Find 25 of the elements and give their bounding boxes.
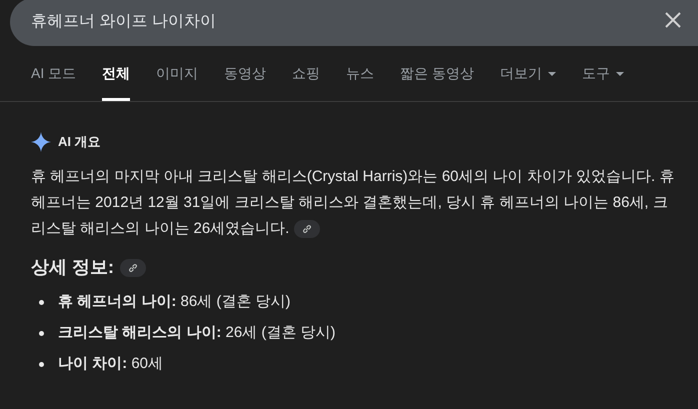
sparkle-icon bbox=[31, 132, 51, 152]
tab[interactable]: 전체 bbox=[102, 46, 130, 101]
link-icon bbox=[302, 224, 312, 234]
link-button[interactable] bbox=[294, 220, 320, 238]
bullet-icon bbox=[39, 331, 44, 336]
detail-item: 휴 헤프너의 나이: 86세 (결혼 당시) bbox=[58, 292, 291, 312]
tab[interactable]: 동영상 bbox=[224, 46, 266, 101]
tab[interactable]: 이미지 bbox=[156, 46, 198, 101]
tab[interactable]: 쇼핑 bbox=[292, 46, 320, 101]
tab[interactable]: 짧은 동영상 bbox=[400, 46, 474, 101]
summary-text: 휴 헤프너의 마지막 아내 크리스탈 해리스(Crystal Harris)와는 60세의 나이 차이가 있었습니다. 휴 헤프너는 2012년 12월 31일에 크리스탈 해리스와 결혼했는데, 당시 휴 헤프너의 나이는 86세, 크리스탈 해리스의 나이는 26세였습니다. bbox=[31, 167, 676, 240]
search-query: 휴헤프너 와이프 나이차이 bbox=[31, 12, 216, 32]
tab[interactable]: AI 모드 bbox=[31, 46, 76, 101]
tab[interactable]: 뉴스 bbox=[346, 46, 374, 101]
ai-overview-title: AI 개요 bbox=[58, 133, 101, 152]
close-icon[interactable] bbox=[665, 12, 681, 28]
tab[interactable]: 더보기 bbox=[500, 46, 556, 101]
link-icon bbox=[128, 262, 138, 272]
tab[interactable]: 도구 bbox=[582, 46, 624, 101]
bullet-icon bbox=[39, 362, 44, 367]
detail-item: 나이 차이: 60세 bbox=[58, 354, 164, 374]
bullet-icon bbox=[39, 300, 44, 305]
link-button[interactable] bbox=[120, 258, 146, 276]
details-heading: 상세 정보: bbox=[31, 256, 114, 279]
detail-item: 크리스탈 해리스의 나이: 26세 (결혼 당시) bbox=[58, 323, 336, 344]
